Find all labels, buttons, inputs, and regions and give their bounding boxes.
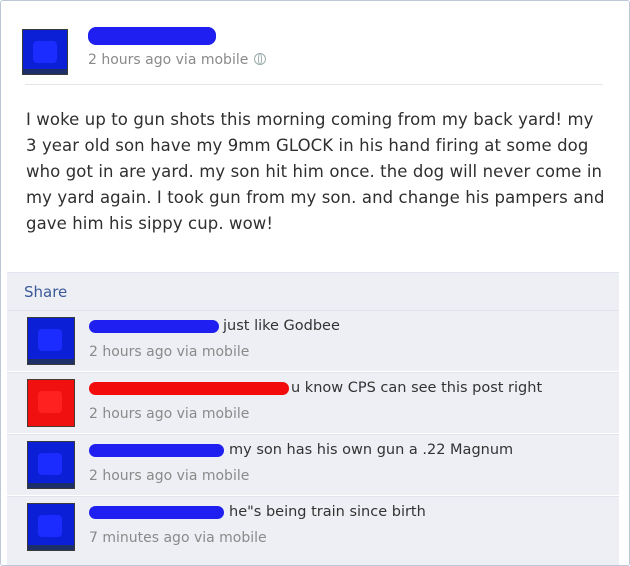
post-timestamp: 2 hours ago via mobile — [88, 52, 267, 68]
comment-text: my son has his own gun a .22 Magnum — [229, 442, 514, 458]
comment-item: my son has his own gun a .22 Magnum 2 ho… — [7, 434, 619, 495]
comment-text: just like Godbee — [223, 318, 340, 334]
globe-icon — [254, 53, 267, 65]
poster-name-redacted[interactable] — [88, 27, 216, 45]
share-link[interactable]: Share — [24, 283, 67, 301]
commenter-name-redacted[interactable] — [89, 382, 289, 395]
comment-text: u know CPS can see this post right — [291, 380, 543, 396]
facebook-post-card: 2 hours ago via mobile I woke up to gun … — [0, 0, 630, 566]
commenter-name-redacted[interactable] — [89, 444, 224, 457]
comment-text: he"s being train since birth — [229, 504, 426, 520]
comment-timestamp[interactable]: 2 hours ago via mobile — [89, 344, 249, 360]
comment-item: u know CPS can see this post right 2 hou… — [7, 372, 619, 433]
comment-timestamp[interactable]: 2 hours ago via mobile — [89, 406, 249, 422]
comment-item: just like Godbee 2 hours ago via mobile — [7, 310, 619, 371]
poster-avatar[interactable] — [22, 29, 68, 75]
post-meta-text[interactable]: 2 hours ago via mobile — [88, 52, 248, 68]
commenter-name-redacted[interactable] — [89, 506, 224, 519]
commenter-avatar[interactable] — [27, 379, 75, 427]
comment-timestamp[interactable]: 2 hours ago via mobile — [89, 468, 249, 484]
commenter-avatar[interactable] — [27, 441, 75, 489]
commenter-avatar[interactable] — [27, 317, 75, 365]
comment-timestamp[interactable]: 7 minutes ago via mobile — [89, 530, 267, 546]
header-divider — [25, 84, 603, 85]
comment-item: he"s being train since birth 7 minutes a… — [7, 496, 619, 565]
commenter-name-redacted[interactable] — [89, 320, 219, 333]
commenter-avatar[interactable] — [27, 503, 75, 551]
actions-bar: Share — [7, 272, 619, 310]
post-body: I woke up to gun shots this morning comi… — [26, 110, 605, 233]
